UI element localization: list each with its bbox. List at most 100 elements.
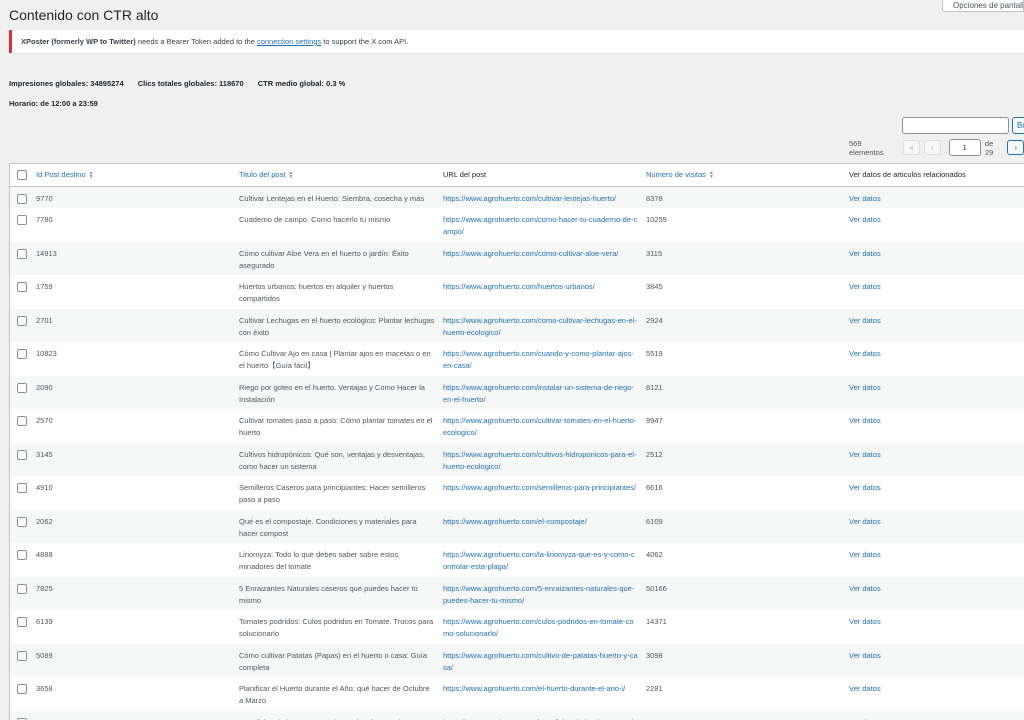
post-url-link[interactable]: https://www.agrohuerto.com/la-liriomyza-…	[443, 550, 635, 571]
post-url-link[interactable]: https://www.agrohuerto.com/cultivos-hidr…	[443, 450, 636, 471]
table-row: 2570 Cultivar tomates paso a paso: Cómo p…	[10, 409, 1024, 443]
select-all-checkbox[interactable]	[17, 169, 27, 180]
sort-icon: ▲ ▼	[709, 170, 714, 181]
post-title: Semilleros Caseros para principiantes: H…	[239, 483, 426, 504]
row-checkbox[interactable]	[17, 215, 27, 225]
post-title: Cultivar Lechugas en el huerto ecológico…	[239, 315, 435, 337]
post-title: Riego por goteo en el huerto. Ventajas y…	[239, 382, 425, 404]
view-data-link[interactable]: Ver datos	[849, 249, 881, 258]
row-checkbox[interactable]	[17, 315, 27, 326]
row-checkbox[interactable]	[17, 550, 27, 560]
post-id: 7780	[36, 215, 53, 224]
post-url-link[interactable]: https://www.agrohuerto.com/como-cultivar…	[443, 316, 637, 337]
view-data-link[interactable]: Ver datos	[849, 483, 881, 492]
table-row: 4888 Liriomyza: Todo lo que debes saber s…	[10, 543, 1024, 577]
notice-text-end: to support the X.com API.	[321, 37, 409, 46]
table-header-row: Id Post destino ▲ ▼ Titulo del post ▲ ▼ URL …	[10, 164, 1024, 187]
post-url-link[interactable]: https://www.agrohuerto.com/como-cultivar…	[443, 249, 619, 258]
notice-text: needs a Bearer Token added to the	[135, 37, 257, 46]
table-row: 1759 Huertos urbanos: huertos en alquiler…	[10, 275, 1024, 309]
row-checkbox[interactable]	[17, 416, 27, 426]
post-title: Beneficios de los Huertos Urbanos | Guía…	[235, 711, 439, 720]
visits-count: 2281	[646, 684, 663, 693]
current-page-input[interactable]: 1	[948, 139, 981, 156]
view-data-link[interactable]: Ver datos	[849, 416, 881, 425]
row-checkbox[interactable]	[17, 583, 27, 594]
table-row: 2701 Cultivar Lechugas en el huerto ecoló…	[10, 308, 1024, 342]
post-id: 1759	[36, 282, 53, 291]
global-clicks: Clics totales globales: 118670	[137, 79, 244, 88]
post-url-link[interactable]: https://www.agrohuerto.com/el-compostaje…	[443, 517, 587, 526]
pagination: 569 elementos « ‹ 1 de 29 ›	[849, 139, 1024, 157]
view-data-link[interactable]: Ver datos	[849, 550, 881, 559]
view-data-link[interactable]: Ver datos	[849, 651, 881, 660]
post-id: 2062	[36, 516, 53, 526]
global-ctr: CTR medio global: 0.3 %	[257, 79, 346, 88]
post-url-link[interactable]: https://www.agrohuerto.com/el-huerto-dur…	[443, 684, 625, 693]
post-id: 9770	[36, 193, 53, 203]
post-url-link[interactable]: https://www.agrohuerto.com/cuando-y-como…	[443, 349, 634, 370]
row-checkbox[interactable]	[17, 193, 27, 204]
row-checkbox[interactable]	[17, 349, 27, 359]
global-stats: Impresiones globales: 34895274 Clics tot…	[9, 79, 357, 88]
view-data-link[interactable]: Ver datos	[849, 316, 881, 325]
table-row: 4910 Semilleros Caseros para principiante…	[10, 476, 1024, 510]
view-data-link[interactable]: Ver datos	[849, 584, 881, 593]
sort-icon: ▲ ▼	[288, 170, 294, 181]
table-row: 5089 Cómo cultivar Patatas (Papas) en el …	[10, 643, 1024, 677]
post-id: 7825	[36, 583, 53, 593]
row-checkbox[interactable]	[17, 650, 27, 661]
sort-by-title[interactable]: Titulo del post ▲ ▼	[239, 170, 294, 181]
connection-settings-link[interactable]: connection settings	[257, 37, 321, 46]
view-data-link[interactable]: Ver datos	[849, 684, 881, 693]
post-url-link[interactable]: https://www.agrohuerto.com/semilleros-pa…	[443, 483, 636, 492]
row-checkbox[interactable]	[17, 516, 27, 527]
row-checkbox[interactable]	[17, 382, 27, 393]
view-data-link[interactable]: Ver datos	[849, 349, 881, 358]
row-checkbox[interactable]	[17, 449, 27, 460]
prev-page-button[interactable]: ‹	[923, 140, 941, 155]
post-url-link[interactable]: https://www.agrohuerto.com/huertos-urban…	[443, 282, 595, 291]
post-url-link[interactable]: https://www.agrohuerto.com/cultivar-toma…	[443, 416, 636, 437]
view-data-link[interactable]: Ver datos	[849, 617, 881, 626]
post-id: 2570	[36, 416, 53, 425]
notice-plugin-name: XPoster (formerly WP to Twitter)	[21, 37, 136, 46]
post-title: Planificar el Huerto durante el Año: qué…	[239, 684, 430, 705]
view-data-link[interactable]: Ver datos	[849, 450, 881, 459]
row-checkbox[interactable]	[17, 248, 27, 259]
view-data-link[interactable]: Ver datos	[849, 517, 881, 526]
sort-by-id[interactable]: Id Post destino ▲ ▼	[36, 170, 94, 180]
post-url-link[interactable]: https://www.agrohuerto.com/instalar-un-s…	[443, 383, 634, 404]
visits-count: 3115	[646, 248, 663, 258]
next-page-button[interactable]: ›	[1007, 140, 1024, 155]
table-row: 9770 Cultivar Lentejas en el Huerto: Siem…	[10, 186, 1024, 208]
row-checkbox[interactable]	[17, 617, 27, 627]
post-title: Cuaderno de campo. Como hacerlo tu mismo	[239, 215, 391, 224]
view-data-link[interactable]: Ver datos	[849, 383, 881, 392]
search-input[interactable]	[902, 117, 1009, 134]
row-checkbox[interactable]	[17, 483, 27, 493]
post-url-link[interactable]: https://www.agrohuerto.com/5-enraizantes…	[443, 584, 634, 605]
view-data-link[interactable]: Ver datos	[849, 282, 881, 291]
post-title: Qué es el compostaje. Condiciones y mate…	[239, 516, 417, 538]
post-url-link[interactable]: https://www.agrohuerto.com/cultivo-de-pa…	[443, 651, 638, 672]
row-checkbox[interactable]	[17, 282, 27, 292]
post-title: 5 Enraizantes Naturales caseros que pued…	[239, 583, 418, 605]
post-url-link[interactable]: https://www.agrohuerto.com/cultivar-lent…	[443, 194, 616, 203]
table-row: 14913 Cómo cultivar Aloe Vera en el huert…	[10, 241, 1024, 275]
search-button[interactable]: Bu	[1012, 117, 1024, 134]
visits-count: 3098	[646, 650, 663, 660]
post-url-link[interactable]: https://www.agrohuerto.com/culos-podrido…	[443, 617, 634, 638]
sort-by-visits[interactable]: Numero de visitas ▲ ▼	[646, 170, 714, 181]
post-title: Huertos urbanos: huertos en alquiler y h…	[239, 282, 394, 303]
post-id: 14913	[36, 248, 57, 258]
view-data-link[interactable]: Ver datos	[849, 215, 881, 224]
post-url-link[interactable]: https://www.agrohuerto.com/como-hacer-tu…	[443, 215, 637, 236]
post-title: Cómo cultivar Aloe Vera en el huerto o j…	[239, 248, 409, 270]
screen-options-button[interactable]: Opciones de pantalla	[942, 0, 1024, 12]
posts-table: Id Post destino ▲ ▼ Titulo del post ▲ ▼ URL …	[9, 163, 1024, 720]
first-page-button[interactable]: «	[903, 140, 920, 155]
visits-count: 2924	[646, 315, 663, 325]
row-checkbox[interactable]	[17, 684, 27, 694]
view-data-link[interactable]: Ver datos	[849, 194, 881, 203]
